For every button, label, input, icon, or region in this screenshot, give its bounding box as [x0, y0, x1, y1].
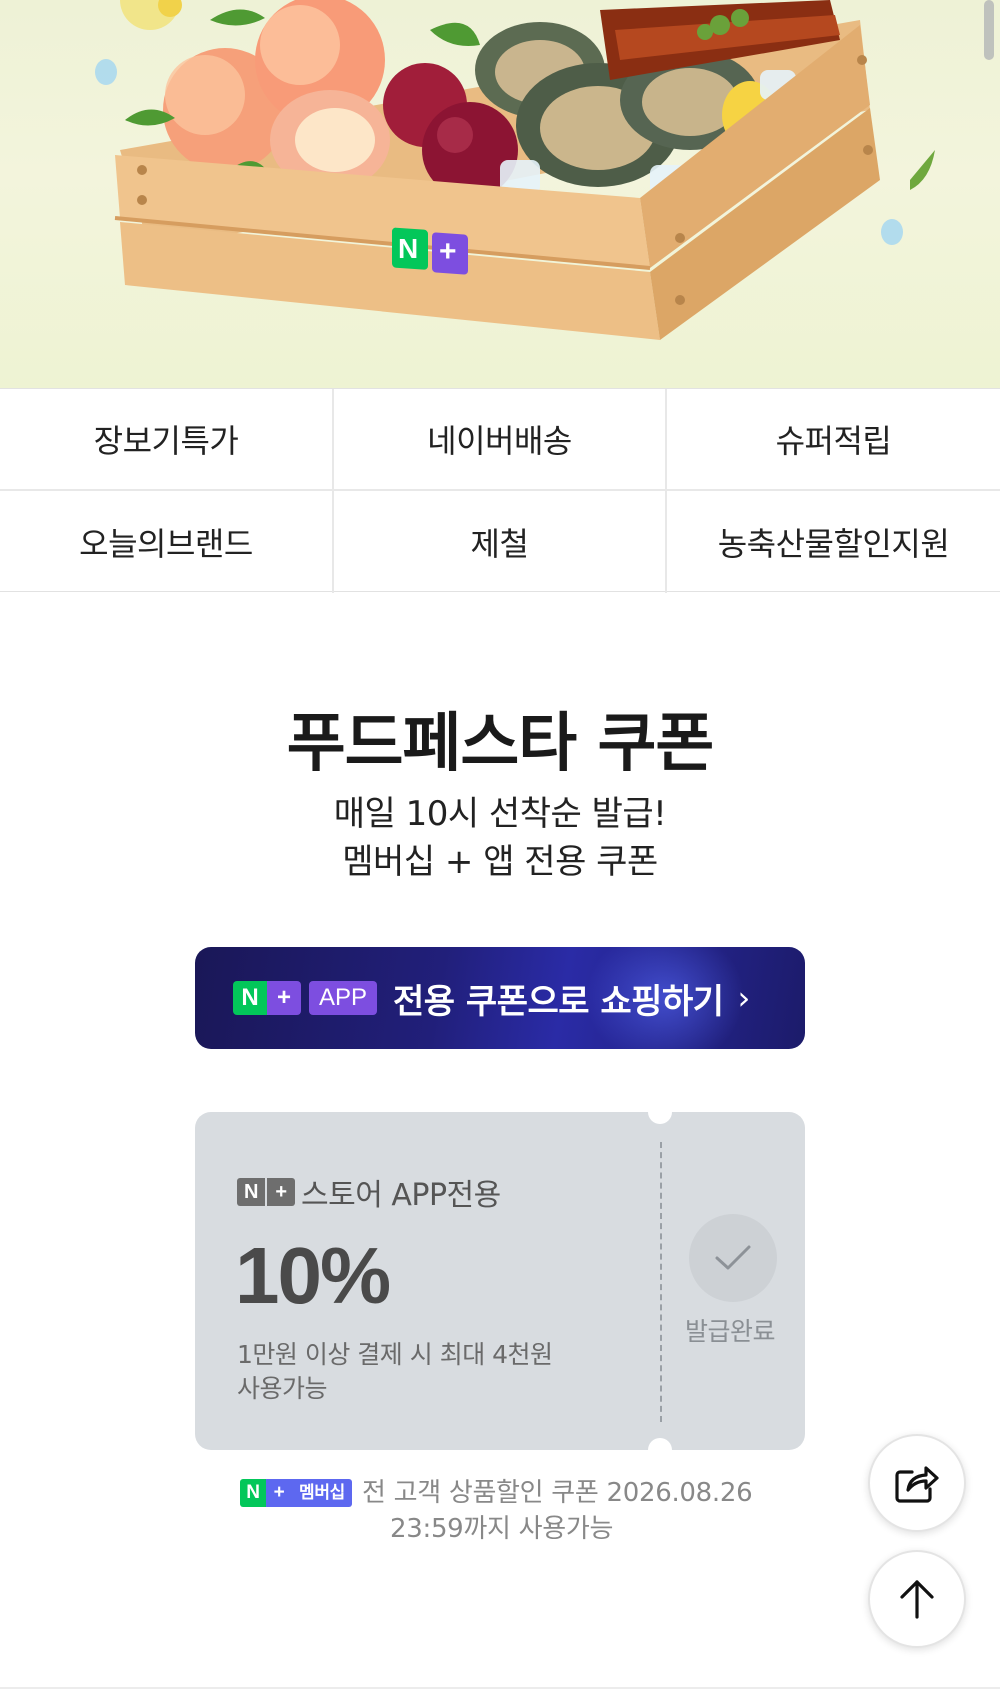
page-title: 푸드페스타 쿠폰: [286, 707, 714, 781]
membership-badge: 멤버십: [292, 1479, 353, 1507]
banner-label: 전용 쿠폰으로 쇼핑하기: [393, 981, 724, 1022]
chevron-right-icon: ›: [737, 979, 751, 1017]
membership-note-text: 전 고객 상품할인 쿠폰 2026.08.26: [362, 1478, 753, 1508]
coupon-store-label: 스토어 APP전용: [301, 1178, 501, 1213]
category-item[interactable]: 제철: [334, 491, 667, 593]
coupon-notch: [648, 1438, 672, 1462]
bottom-divider: [0, 1687, 1000, 1689]
subtitle-line: 멤버십 + 앱 전용 쿠폰: [342, 842, 658, 882]
scrollbar-thumb[interactable]: [984, 0, 994, 60]
coupon-status: 발급완료: [684, 1317, 776, 1346]
membership-note-text: 23:59까지 사용가능: [390, 1514, 614, 1544]
naver-plus-logo: +: [267, 1178, 295, 1206]
condition-line: 사용가능: [237, 1374, 328, 1403]
category-item[interactable]: 오늘의브랜드: [0, 491, 334, 593]
category-item[interactable]: 슈퍼적립: [667, 389, 1000, 491]
coupon-store-tag: N + 스토어 APP전용: [237, 1170, 501, 1214]
coupon-card[interactable]: N + 스토어 APP전용 10% 1만원 이상 결제 시 최대 4천원 사용가능…: [195, 1112, 805, 1450]
hero-logo-n: N: [398, 233, 418, 264]
category-item[interactable]: 농축산물할인지원: [667, 491, 1000, 593]
membership-note: N + 멤버십 전 고객 상품할인 쿠폰 2026.08.26 23:59까지 사용…: [240, 1475, 800, 1547]
category-grid: 장보기특가 네이버배송 슈퍼적립 오늘의브랜드 제철 농축산물할인지원: [0, 388, 1000, 593]
share-icon: [895, 1466, 939, 1503]
check-icon: [689, 1214, 777, 1302]
coupon-condition: 1만원 이상 결제 시 최대 4천원 사용가능: [237, 1338, 637, 1406]
hero-banner: N +: [0, 0, 1000, 388]
coupon-discount: 10%: [235, 1231, 391, 1320]
category-item[interactable]: 네이버배송: [334, 389, 667, 491]
condition-line: 1만원 이상 결제 시 최대 4천원: [237, 1340, 553, 1369]
subtitle-line: 매일 10시 선착순 발급!: [333, 794, 667, 834]
app-tag: APP: [309, 981, 378, 1015]
coupon-notch: [648, 1100, 672, 1124]
category-item[interactable]: 장보기특가: [0, 389, 334, 491]
naver-n-logo: N: [240, 1479, 266, 1507]
share-button[interactable]: [868, 1434, 966, 1532]
arrow-up-icon: [900, 1580, 934, 1619]
app-coupon-banner[interactable]: N + APP 전용 쿠폰으로 쇼핑하기 ›: [195, 947, 805, 1049]
naver-plus-logo: +: [266, 1479, 292, 1507]
hero-logo-plus: +: [439, 235, 457, 268]
page-subtitle: 매일 10시 선착순 발급! 멤버십 + 앱 전용 쿠폰: [0, 790, 1000, 886]
naver-n-logo: N: [237, 1178, 265, 1206]
hero-illustration: N +: [95, 0, 935, 340]
naver-plus-logo: +: [267, 981, 301, 1015]
coupon-divider: [660, 1142, 662, 1422]
scroll-top-button[interactable]: [868, 1550, 966, 1648]
naver-n-logo: N: [233, 981, 267, 1015]
